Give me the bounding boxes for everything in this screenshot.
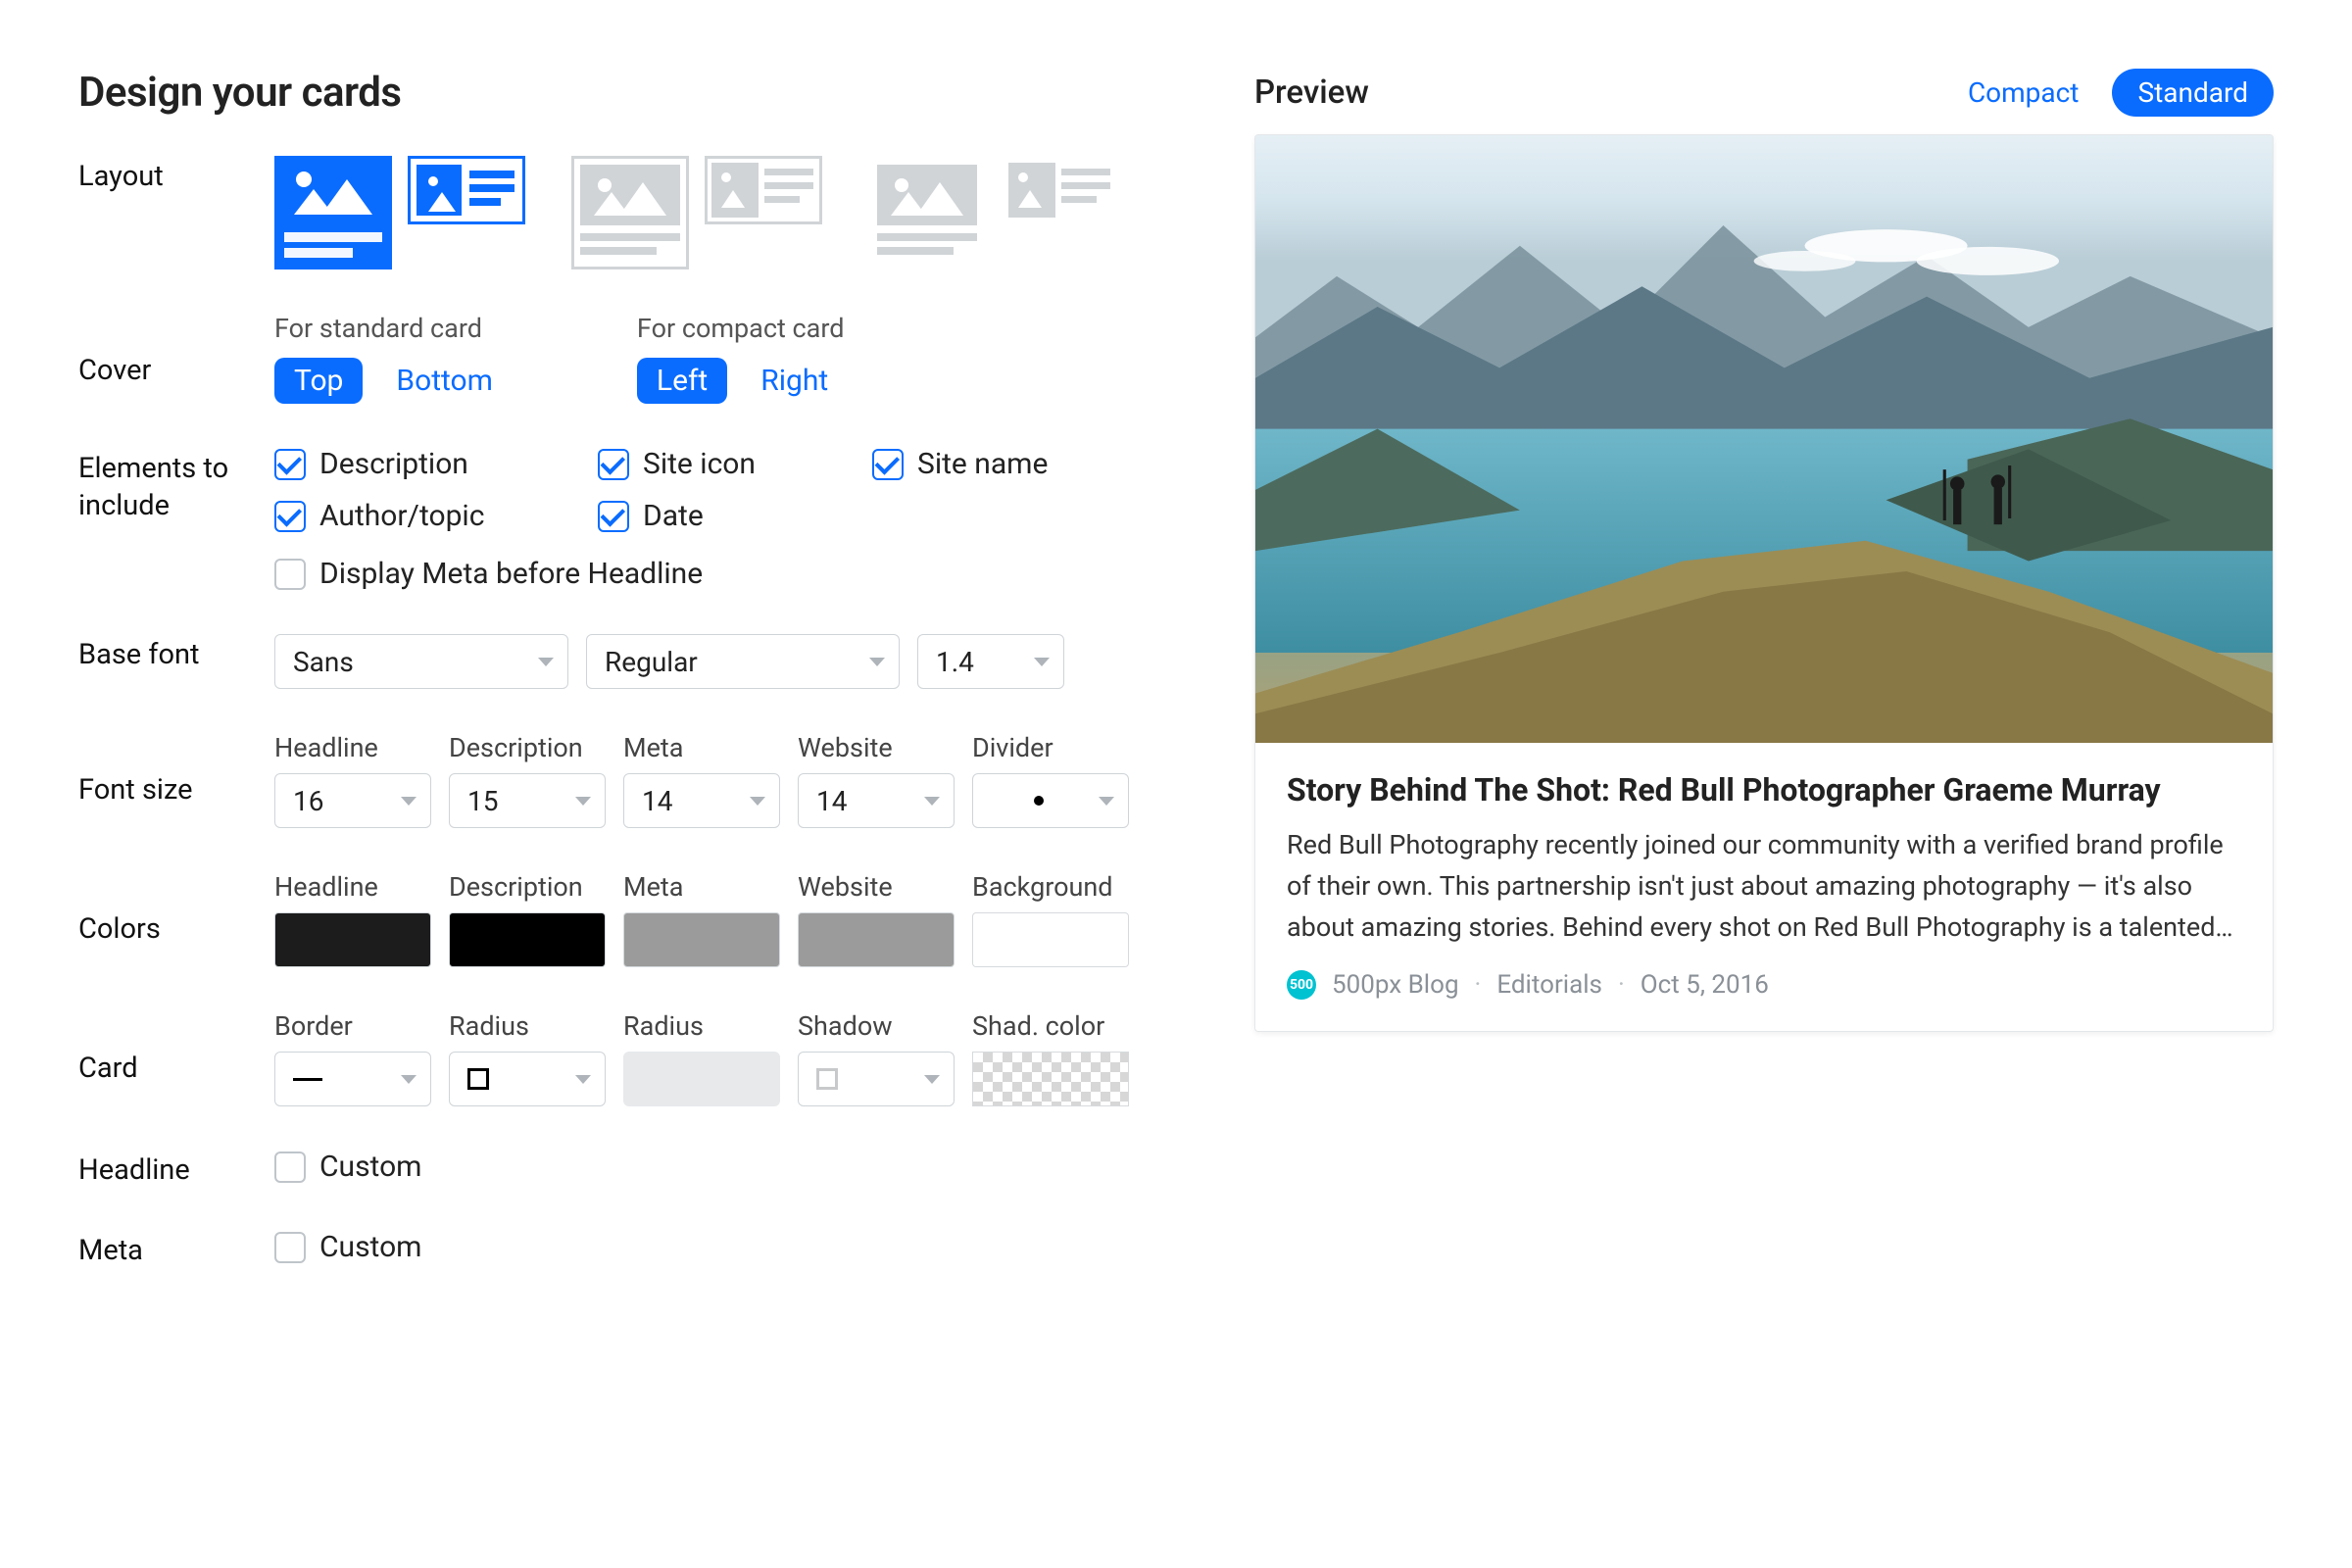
chevron-down-icon bbox=[924, 797, 940, 806]
preview-title: Preview bbox=[1254, 74, 1369, 112]
shadow-box-icon bbox=[816, 1068, 838, 1090]
preview-card-description: Red Bull Photography recently joined our… bbox=[1287, 825, 2241, 949]
color-headline-swatch[interactable] bbox=[274, 912, 431, 967]
elements-label: Elements to include bbox=[78, 447, 274, 524]
page-title: Design your cards bbox=[78, 69, 1196, 117]
preview-card-image bbox=[1255, 135, 2273, 743]
cover-standard-top[interactable]: Top bbox=[274, 358, 363, 404]
card-border-select[interactable] bbox=[274, 1052, 431, 1106]
font-size-headline-select[interactable]: 16 bbox=[274, 773, 431, 828]
base-font-weight-select[interactable]: Regular bbox=[586, 634, 900, 689]
chk-date[interactable]: Date bbox=[598, 499, 872, 533]
chk-headline-custom[interactable]: Custom bbox=[274, 1150, 1196, 1184]
font-size-website-select[interactable]: 14 bbox=[798, 773, 955, 828]
cover-compact-caption: For compact card bbox=[637, 313, 848, 344]
chevron-down-icon bbox=[575, 797, 591, 806]
cover-compact-right[interactable]: Right bbox=[741, 358, 848, 404]
chevron-down-icon bbox=[869, 658, 885, 666]
site-icon: 500 bbox=[1287, 970, 1316, 1000]
preview-card: Story Behind The Shot: Red Bull Photogra… bbox=[1254, 134, 2274, 1032]
font-size-meta-select[interactable]: 14 bbox=[623, 773, 780, 828]
preview-card-meta: 500 500px Blog · Editorials · Oct 5, 201… bbox=[1287, 970, 2241, 1000]
preview-card-topic: Editorials bbox=[1496, 970, 1602, 1000]
preview-card-headline: Story Behind The Shot: Red Bull Photogra… bbox=[1287, 770, 2241, 809]
color-description-swatch[interactable] bbox=[449, 912, 606, 967]
base-font-label: Base font bbox=[78, 634, 274, 671]
chevron-down-icon bbox=[1034, 658, 1050, 666]
cover-compact-left[interactable]: Left bbox=[637, 358, 727, 404]
layout-option-2[interactable] bbox=[571, 156, 822, 270]
chk-site-icon[interactable]: Site icon bbox=[598, 447, 872, 481]
headline-label: Headline bbox=[78, 1150, 274, 1187]
colors-label: Colors bbox=[78, 871, 274, 946]
border-line-icon bbox=[293, 1078, 322, 1081]
chk-meta-custom[interactable]: Custom bbox=[274, 1230, 1196, 1264]
color-meta-swatch[interactable] bbox=[623, 912, 780, 967]
color-background-swatch[interactable] bbox=[972, 912, 1129, 967]
cover-label: Cover bbox=[78, 313, 274, 387]
cover-standard-caption: For standard card bbox=[274, 313, 513, 344]
cover-standard-bottom[interactable]: Bottom bbox=[376, 358, 513, 404]
font-size-description-select[interactable]: 15 bbox=[449, 773, 606, 828]
chevron-down-icon bbox=[538, 658, 554, 666]
preview-compact-btn[interactable]: Compact bbox=[1942, 69, 2105, 117]
divider-dot-icon bbox=[1034, 796, 1044, 806]
card-label: Card bbox=[78, 1010, 274, 1085]
chk-site-name[interactable]: Site name bbox=[872, 447, 1147, 481]
chevron-down-icon bbox=[401, 797, 416, 806]
font-size-label: Font size bbox=[78, 732, 274, 807]
font-size-divider-select[interactable] bbox=[972, 773, 1129, 828]
base-font-family-select[interactable]: Sans bbox=[274, 634, 568, 689]
base-font-lineheight-select[interactable]: 1.4 bbox=[917, 634, 1064, 689]
chevron-down-icon bbox=[401, 1075, 416, 1084]
layout-option-1[interactable] bbox=[274, 156, 525, 270]
card-radius1-select[interactable] bbox=[449, 1052, 606, 1106]
card-radius2-select[interactable] bbox=[623, 1052, 780, 1106]
layout-label: Layout bbox=[78, 156, 274, 193]
card-shadow-select[interactable] bbox=[798, 1052, 955, 1106]
chevron-down-icon bbox=[1099, 797, 1114, 806]
layout-option-3[interactable] bbox=[868, 156, 1119, 270]
card-shadow-color-swatch[interactable] bbox=[972, 1052, 1129, 1106]
preview-standard-btn[interactable]: Standard bbox=[2112, 69, 2274, 117]
color-website-swatch[interactable] bbox=[798, 912, 955, 967]
chk-author-topic[interactable]: Author/topic bbox=[274, 499, 598, 533]
radius-square-icon bbox=[467, 1068, 489, 1090]
chevron-down-icon bbox=[750, 797, 765, 806]
preview-card-sitename: 500px Blog bbox=[1332, 970, 1459, 1000]
chk-meta-before-headline[interactable]: Display Meta before Headline bbox=[274, 557, 1196, 591]
preview-card-date: Oct 5, 2016 bbox=[1641, 970, 1769, 1000]
chk-description[interactable]: Description bbox=[274, 447, 598, 481]
meta-label: Meta bbox=[78, 1230, 274, 1267]
chevron-down-icon bbox=[575, 1075, 591, 1084]
chevron-down-icon bbox=[924, 1075, 940, 1084]
